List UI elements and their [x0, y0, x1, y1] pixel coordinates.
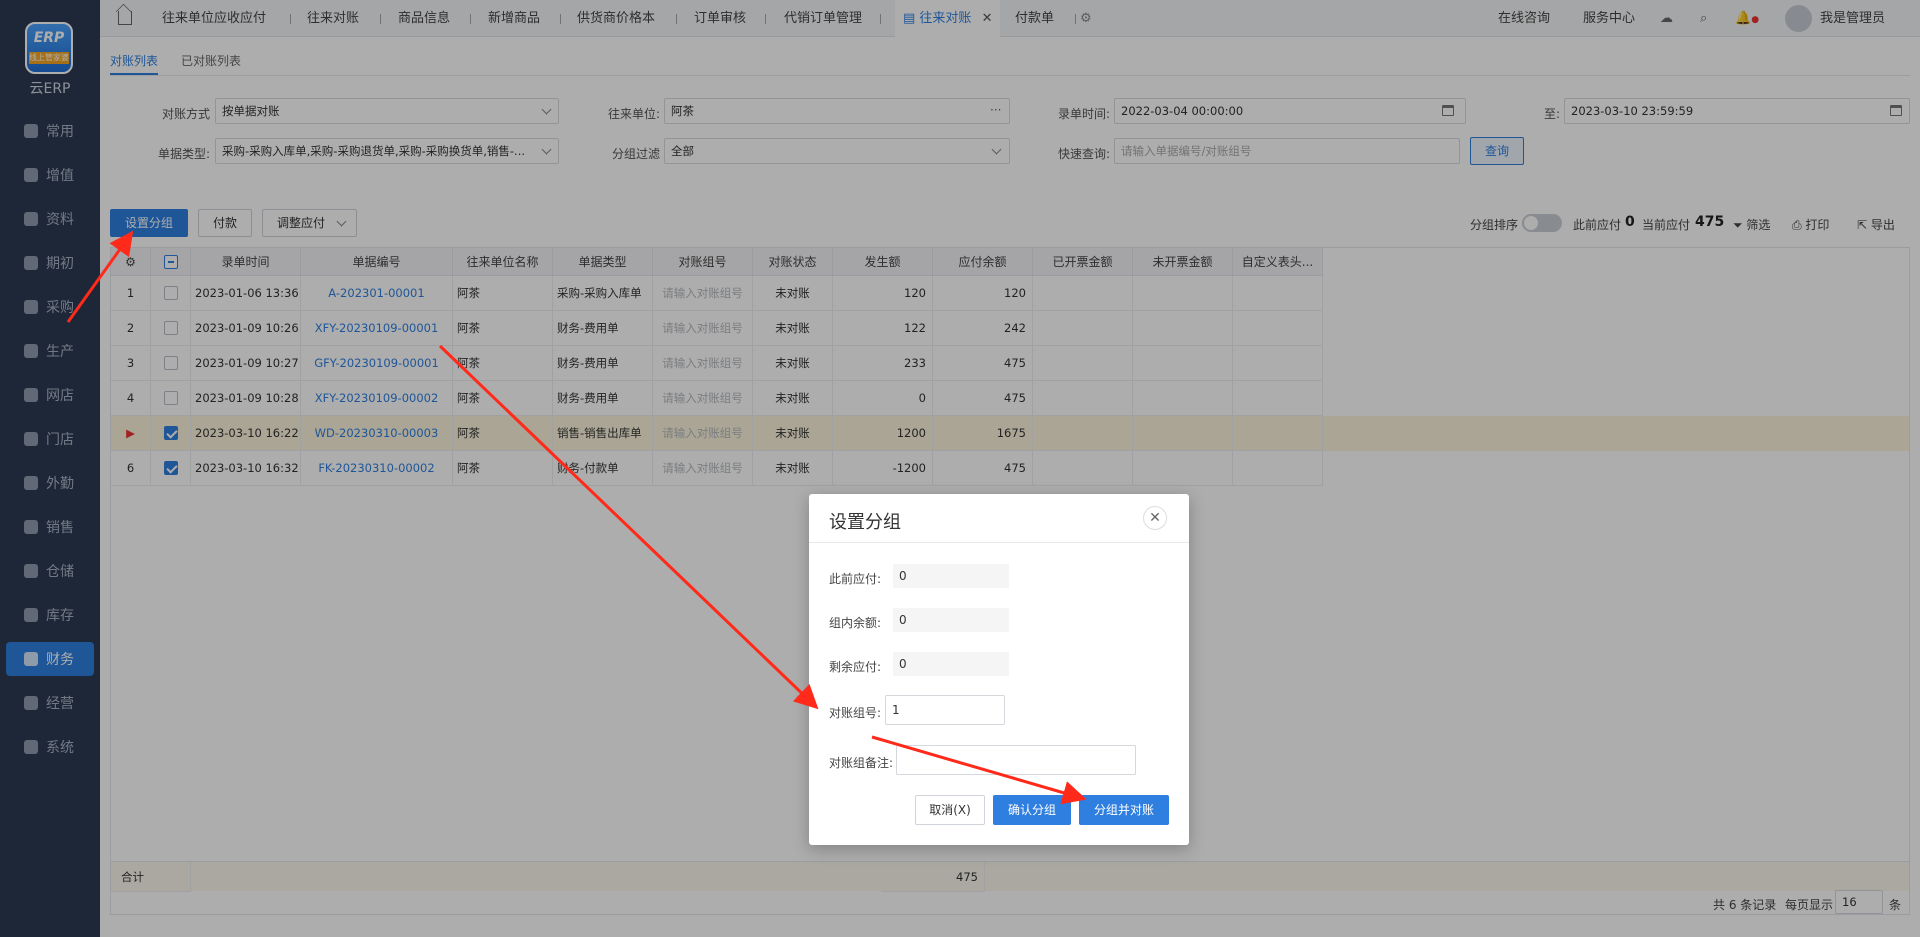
- cancel-button[interactable]: 取消(X): [915, 795, 985, 825]
- close-icon[interactable]: ✕: [1143, 506, 1167, 530]
- prev-payable-label: 此前应付:: [829, 572, 882, 586]
- set-group-dialog: 设置分组 ✕ 此前应付: 0 组内余额: 0 剩余应付: 0 对账组号: 1 对…: [809, 494, 1189, 845]
- group-and-reconcile-button[interactable]: 分组并对账: [1079, 795, 1169, 825]
- inner-balance-label: 组内余额:: [829, 616, 882, 630]
- remaining-payable-value: 0: [893, 652, 1009, 676]
- dialog-title: 设置分组: [829, 512, 901, 533]
- confirm-group-button[interactable]: 确认分组: [993, 795, 1071, 825]
- group-note-input[interactable]: [896, 745, 1136, 775]
- group-number-label: 对账组号:: [829, 706, 882, 720]
- group-number-input[interactable]: 1: [885, 695, 1005, 725]
- group-note-label: 对账组备注:: [829, 756, 894, 770]
- inner-balance-value: 0: [893, 608, 1009, 632]
- remaining-payable-label: 剩余应付:: [829, 660, 882, 674]
- prev-payable-value: 0: [893, 564, 1009, 588]
